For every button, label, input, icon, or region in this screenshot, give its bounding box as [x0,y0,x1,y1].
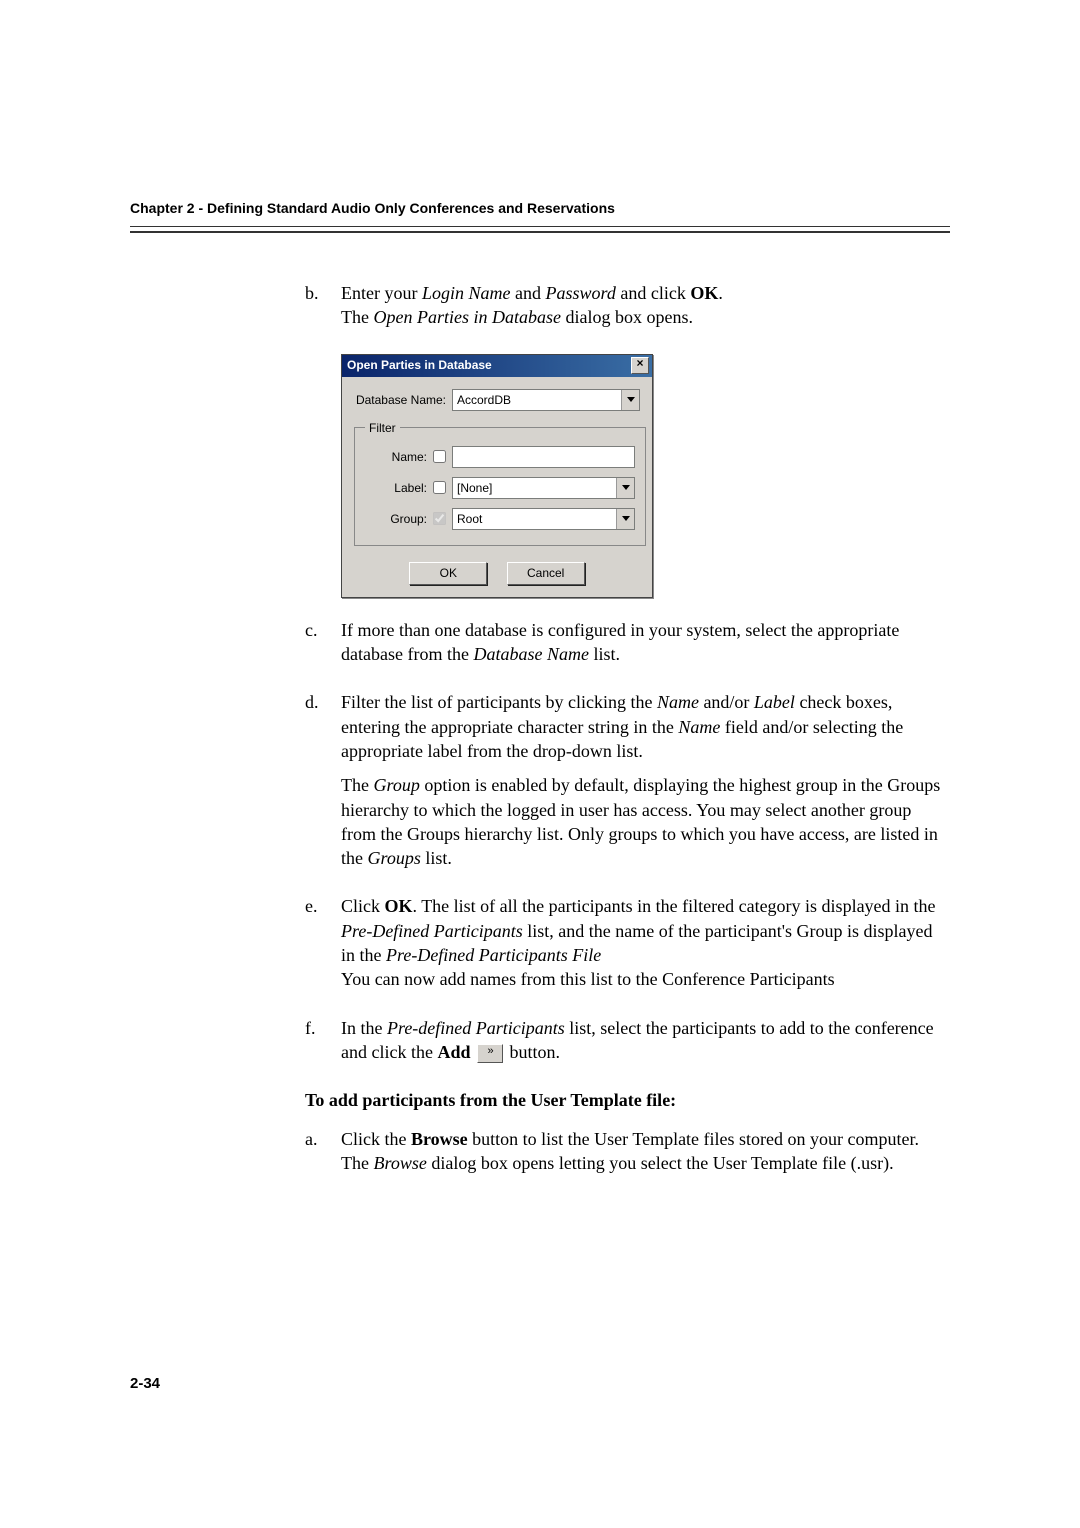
open-parties-dialog: Open Parties in Database × Database Name… [341,354,653,598]
filter-name-input[interactable] [452,446,635,468]
page-number: 2-34 [130,1375,950,1392]
filter-label-checkbox[interactable] [433,481,446,494]
ok-button[interactable]: OK [409,562,487,585]
chapter-header: Chapter 2 - Defining Standard Audio Only… [130,200,950,226]
step-e: e. Click OK. The list of all the partici… [305,894,950,1001]
filter-group: Filter Name: Label: [354,420,646,546]
filter-label-input[interactable] [453,478,616,498]
step-letter: a. [305,1127,341,1186]
filter-label-combo[interactable] [452,477,635,499]
filter-name-label: Name: [365,449,433,465]
step-d: d. Filter the list of participants by cl… [305,690,950,880]
chevron-down-icon[interactable] [616,478,634,498]
close-icon[interactable]: × [631,357,649,374]
dialog-titlebar[interactable]: Open Parties in Database × [342,355,652,377]
step-d-p2: The Group option is enabled by default, … [341,773,950,870]
document-page: Chapter 2 - Defining Standard Audio Only… [0,0,1080,1512]
step-d-p1: Filter the list of participants by click… [341,690,950,763]
step-e-text: Click OK. The list of all the participan… [341,894,950,991]
database-name-input[interactable] [453,390,621,410]
filter-group-checkbox[interactable] [433,512,446,525]
step-letter: d. [305,690,341,880]
step-b: b. Enter your Login Name and Password an… [305,281,950,340]
step-letter: b. [305,281,341,340]
database-name-label: Database Name: [354,392,452,408]
cancel-button[interactable]: Cancel [507,562,585,585]
step-c: c. If more than one database is configur… [305,618,950,677]
database-name-combo[interactable] [452,389,640,411]
step-letter: f. [305,1016,341,1075]
step-a2-text: Click the Browse button to list the User… [341,1127,950,1176]
user-template-subhead: To add participants from the User Templa… [305,1088,950,1112]
step-letter: e. [305,894,341,1001]
filter-group-input[interactable] [453,509,616,529]
step-letter: c. [305,618,341,677]
step-b-text: Enter your Login Name and Password and c… [341,281,950,330]
header-divider [130,226,950,233]
filter-legend: Filter [365,420,400,436]
filter-name-checkbox[interactable] [433,450,446,463]
step-f: f. In the Pre-defined Participants list,… [305,1016,950,1075]
dialog-title: Open Parties in Database [347,357,631,373]
content: b. Enter your Login Name and Password an… [305,281,950,1185]
step-c-text: If more than one database is configured … [341,618,950,667]
filter-label-label: Label: [365,480,433,496]
add-arrow-icon[interactable]: » [477,1044,503,1063]
chevron-down-icon[interactable] [621,390,639,410]
step-a2: a. Click the Browse button to list the U… [305,1127,950,1186]
filter-group-label: Group: [365,511,433,527]
step-f-text: In the Pre-defined Participants list, se… [341,1016,950,1065]
filter-group-combo[interactable] [452,508,635,530]
dialog-figure: Open Parties in Database × Database Name… [341,354,950,598]
chevron-down-icon[interactable] [616,509,634,529]
